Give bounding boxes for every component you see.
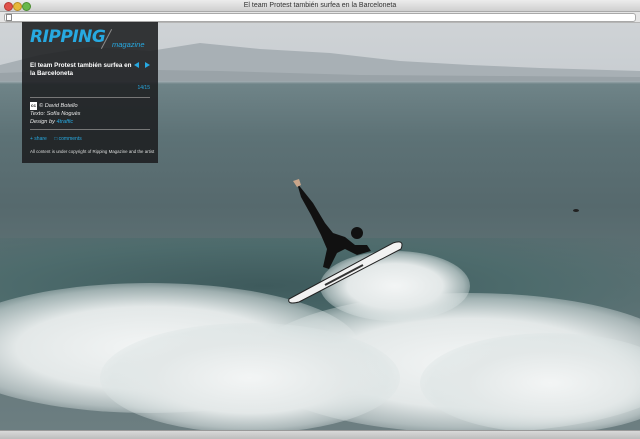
logo-subtitle: magazine [112,40,145,49]
creative-commons-badge: cc [30,102,38,110]
surfer [288,179,403,304]
info-panel: RIPPING magazine El team Protest también… [22,22,158,163]
slide-counter: 14/15 [137,85,150,91]
share-link[interactable]: + share [30,136,47,142]
article-title: El team Protest también surfea en la Bar… [30,62,132,77]
ripping-logo[interactable]: RIPPING [30,27,106,47]
foam [100,323,400,430]
actions: + share □ comments [30,136,94,142]
next-arrow-icon[interactable] [145,62,150,68]
previous-arrow-icon[interactable] [134,62,139,68]
page-icon [6,14,12,21]
credits: cc © David Botello Texto: Sofía Noguès De… [30,102,80,126]
swimmer-dot [573,209,579,212]
window-titlebar: El team Protest también surfea en la Bar… [0,0,640,12]
url-field[interactable] [4,13,636,22]
divider [30,129,150,130]
divider [30,97,150,98]
comments-link[interactable]: □ comments [54,136,87,142]
copyright-note: All content is under copyright of Rippin… [30,149,155,154]
design-prefix: Design by [30,119,55,125]
text-credit: Texto: Sofía Noguès [30,111,81,117]
photo-credit: © David Botello [39,103,78,109]
design-link[interactable]: 4traffic [56,119,73,125]
window-title: El team Protest también surfea en la Bar… [243,2,397,9]
comments-label: comments [58,136,82,142]
